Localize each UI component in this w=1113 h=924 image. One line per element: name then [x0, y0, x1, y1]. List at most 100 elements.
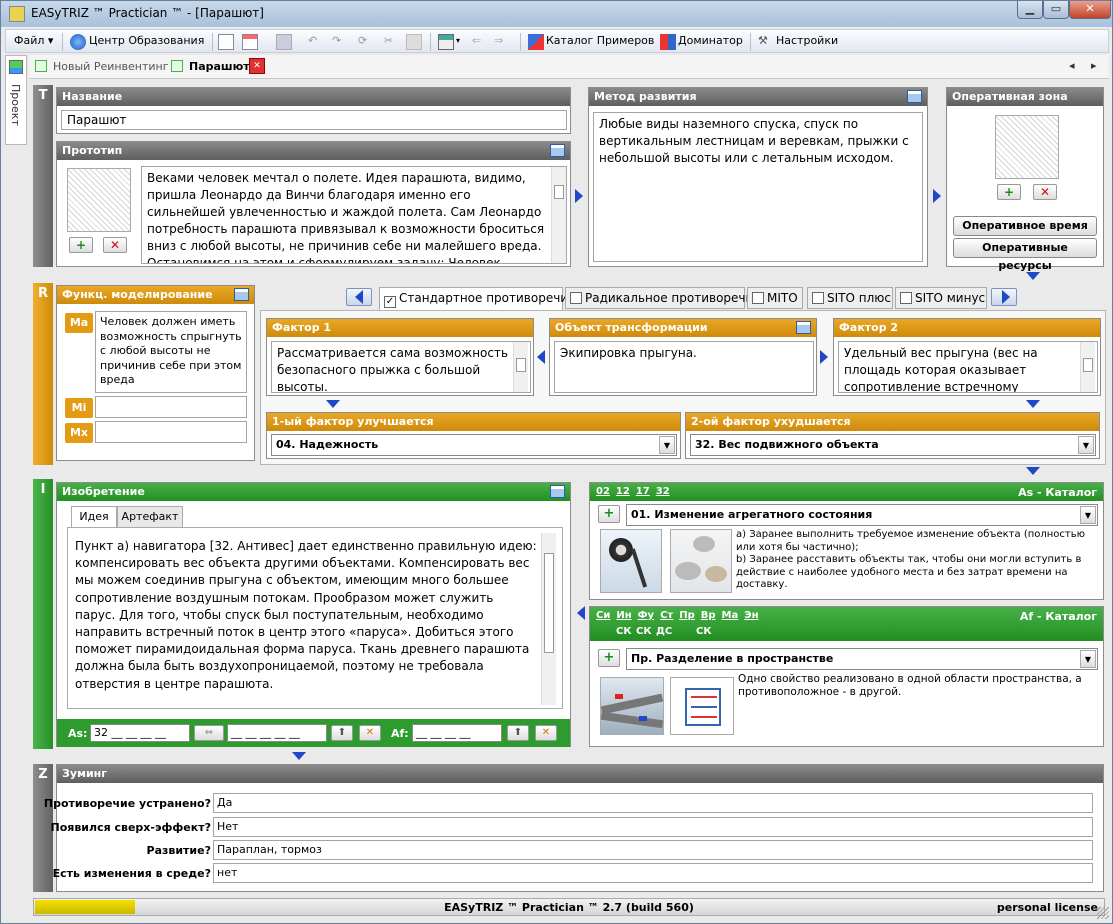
checkbox-icon[interactable]	[812, 292, 824, 304]
factor1-scrollbar[interactable]	[513, 342, 528, 392]
zoom-field-development[interactable]: Параплан, тормоз	[213, 840, 1093, 860]
idea-text[interactable]: Пункт а) навигатора [32. Антивес] дает е…	[75, 538, 537, 696]
method-textarea[interactable]: Любые виды наземного спуска, спуск по ве…	[593, 112, 923, 262]
tab-mito[interactable]: MITO	[747, 287, 803, 309]
tab-sito-plus[interactable]: SITO плюс	[807, 287, 893, 309]
add-image-button[interactable]: +	[69, 237, 93, 253]
dominator-icon[interactable]	[660, 34, 676, 50]
improves-select[interactable]: 04. Надежность ▼	[271, 434, 677, 456]
checkbox-icon[interactable]	[900, 292, 912, 304]
menu-file[interactable]: Файл ▾	[14, 34, 53, 47]
tab-radical-contradiction[interactable]: Радикальное противоречие	[565, 287, 761, 309]
dropdown-arrow-icon[interactable]: ▼	[659, 436, 675, 454]
checkbox-checked-icon[interactable]: ✓	[384, 296, 396, 308]
tab-new-reinvent[interactable]: Новый Реинвентинг	[53, 60, 169, 73]
forward-arrow-icon[interactable]: ⇒	[494, 34, 503, 47]
dropdown-arrow-icon[interactable]: ▼	[1078, 436, 1094, 454]
dropdown-arrow-icon[interactable]: ▼	[1080, 650, 1096, 668]
export-dropdown-icon[interactable]: ▾	[456, 36, 460, 45]
af-link[interactable]: Вр	[701, 610, 716, 621]
af-link[interactable]: Ма	[722, 610, 739, 621]
settings-icon[interactable]: ⚒	[758, 34, 768, 47]
tabs-prev-button[interactable]	[346, 288, 372, 306]
mi-field[interactable]	[95, 396, 247, 418]
tab-sito-minus[interactable]: SITO минус	[895, 287, 987, 309]
paste-icon[interactable]	[406, 34, 422, 50]
back-arrow-icon[interactable]: ⇐	[472, 34, 481, 47]
as-field-2[interactable]: __ __ __ __ __	[227, 724, 327, 742]
dropdown-arrow-icon[interactable]: ▼	[1080, 506, 1096, 524]
catalog-icon[interactable]	[528, 34, 544, 50]
expand-dialog-icon[interactable]	[550, 485, 565, 498]
af-link[interactable]: Фу	[638, 610, 654, 621]
maximize-button[interactable]: ▭	[1043, 1, 1069, 19]
redo-icon[interactable]: ↷	[332, 34, 341, 47]
expand-dialog-icon[interactable]	[907, 90, 922, 103]
af-link[interactable]: Пр	[679, 610, 695, 621]
idea-scrollbar[interactable]	[541, 533, 556, 705]
zoom-field-contradiction[interactable]: Да	[213, 793, 1093, 813]
remove-image-button[interactable]: ✕	[103, 237, 127, 253]
tab-idea[interactable]: Идея	[71, 506, 117, 528]
factor1-textarea[interactable]: Рассматривается сама возможность безопас…	[271, 341, 531, 393]
save-icon[interactable]	[276, 34, 292, 50]
as-link[interactable]: 17	[636, 486, 650, 497]
cut-icon[interactable]: ✂	[384, 34, 393, 47]
af-link[interactable]: Си	[596, 610, 610, 621]
tab-standard-contradiction[interactable]: ✓ Стандартное противоречие	[379, 287, 576, 311]
af-link[interactable]: Ин	[616, 610, 631, 621]
calendar-icon[interactable]	[242, 34, 258, 50]
new-doc-icon[interactable]	[218, 34, 234, 50]
as-link[interactable]: 02	[596, 486, 610, 497]
undo-icon[interactable]: ↶	[308, 34, 317, 47]
worsens-select[interactable]: 32. Вес подвижного объекта ▼	[690, 434, 1096, 456]
menu-education[interactable]: Центр Образования	[89, 34, 204, 47]
expand-dialog-icon[interactable]	[550, 144, 565, 157]
as-link[interactable]: 12	[616, 486, 630, 497]
clear-icon[interactable]: ✕	[535, 725, 557, 741]
close-button[interactable]: ✕	[1069, 1, 1111, 19]
project-side-tab[interactable]: Проект	[5, 55, 27, 145]
expand-dialog-icon[interactable]	[796, 321, 811, 334]
af-link[interactable]: Ст	[660, 610, 673, 621]
swap-icon[interactable]: ⇔	[194, 725, 224, 741]
operative-time-button[interactable]: Оперативное время	[953, 216, 1097, 236]
af-field[interactable]: __ __ __ __	[412, 724, 502, 742]
checkbox-icon[interactable]	[570, 292, 582, 304]
tab-parachute[interactable]: Парашют	[189, 60, 250, 73]
as-add-button[interactable]: +	[598, 505, 620, 523]
tab-artifact[interactable]: Артефакт	[117, 506, 183, 528]
as-field[interactable]: 32 __ __ __ __	[90, 724, 190, 742]
tabs-next-button[interactable]	[991, 288, 1017, 306]
export-icon[interactable]	[438, 34, 454, 50]
clear-icon[interactable]: ✕	[359, 725, 381, 741]
remove-opzone-image-button[interactable]: ✕	[1033, 184, 1057, 200]
globe-icon[interactable]	[70, 34, 86, 50]
operative-resources-button[interactable]: Оперативные ресурсы	[953, 238, 1097, 272]
close-tab-icon[interactable]: ✕	[249, 58, 265, 74]
tab-scroll-right-icon[interactable]: ▸	[1091, 59, 1097, 72]
name-input[interactable]: Парашют	[61, 110, 567, 130]
checkbox-icon[interactable]	[752, 292, 764, 304]
as-catalog-select[interactable]: 01. Изменение агрегатного состояния ▼	[626, 504, 1098, 526]
minimize-button[interactable]: ▁	[1017, 1, 1043, 19]
as-link[interactable]: 32	[656, 486, 670, 497]
menu-settings[interactable]: Настройки	[776, 34, 838, 47]
af-add-button[interactable]: +	[598, 649, 620, 667]
zoom-field-supereffect[interactable]: Нет	[213, 817, 1093, 837]
resize-grip-icon[interactable]	[1097, 907, 1109, 919]
af-catalog-select[interactable]: Пр. Разделение в пространстве ▼	[626, 648, 1098, 670]
factor2-textarea[interactable]: Удельный вес прыгуна (вес на площадь кот…	[838, 341, 1098, 393]
up-arrow-icon[interactable]: ⬆	[507, 725, 529, 741]
object-textarea[interactable]: Экипировка прыгуна.	[554, 341, 814, 393]
prototype-scrollbar[interactable]	[551, 167, 566, 263]
refresh-icon[interactable]: ⟳	[358, 34, 367, 47]
zoom-field-environment[interactable]: нет	[213, 863, 1093, 883]
menu-dominator[interactable]: Доминатор	[678, 34, 743, 47]
prototype-textarea[interactable]: Веками человек мечтал о полете. Идея пар…	[141, 166, 567, 264]
af-link[interactable]: Эн	[744, 610, 758, 621]
ma-field[interactable]: Человек должен иметь возможность спрыгну…	[95, 311, 247, 393]
add-opzone-image-button[interactable]: +	[997, 184, 1021, 200]
tab-scroll-left-icon[interactable]: ◂	[1069, 59, 1075, 72]
menu-catalog-examples[interactable]: Каталог Примеров	[546, 34, 654, 47]
